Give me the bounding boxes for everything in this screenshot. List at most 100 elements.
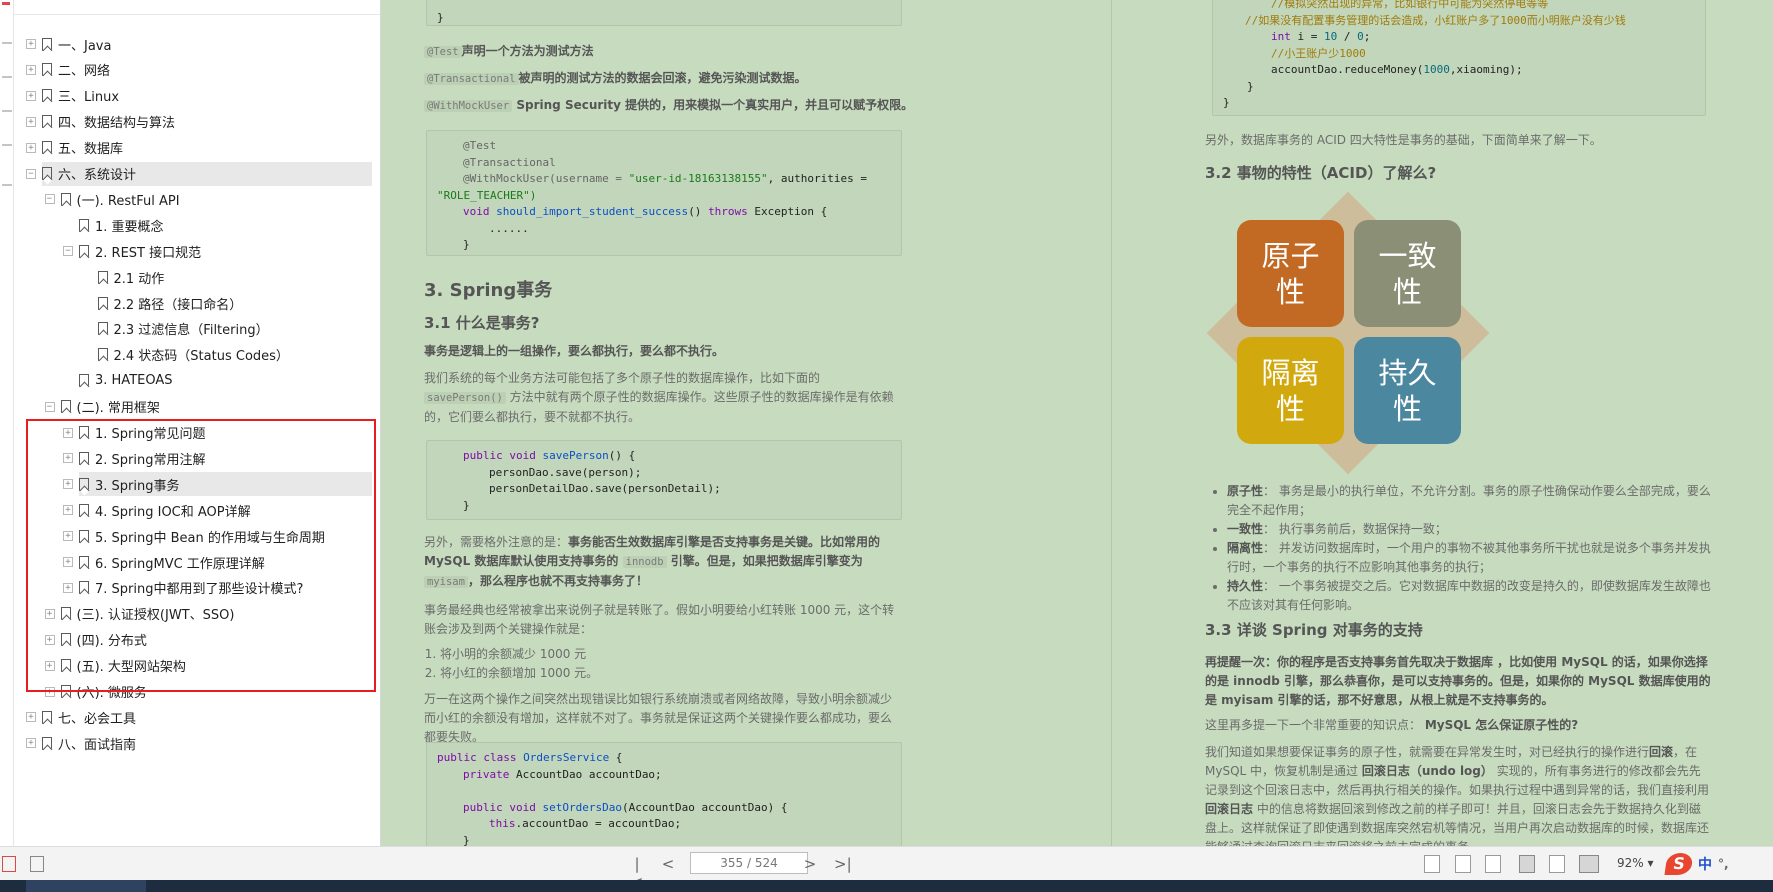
input-method-indicator[interactable]: S 中 °, [1664,853,1729,875]
outline-item[interactable]: − 六、系统设计 [14,161,380,187]
bold-text: ，那么程序也就不再支持事务了！ [467,574,648,588]
collapse-icon[interactable]: − [63,246,73,257]
outline-item-label: 三、Linux [58,90,120,106]
code-line: , authorities = [767,172,867,185]
fit-page-icon[interactable] [1455,855,1471,873]
expand-icon[interactable]: + [63,582,73,593]
strip-marker[interactable] [2,144,12,146]
outline-item[interactable]: + 四、数据结构与算法 [14,109,380,135]
first-page-icon[interactable]: |< [629,855,645,891]
bookmark-icon [79,244,89,258]
expand-icon[interactable]: + [26,738,36,749]
outline-item[interactable]: +4. Spring IOC和 AOP详解 [14,497,380,523]
code-line: ...... [489,221,529,235]
outline-item[interactable]: +7. Spring中都用到了那些设计模式? [14,575,380,601]
text: ： 执行事务前后，数据保持一致； [1263,522,1447,536]
outline-item-label: 2.3 过滤信息（Filtering） [113,323,269,339]
next-page-icon[interactable]: > [802,855,818,873]
outline-item[interactable]: 2.3 过滤信息（Filtering） [14,316,380,342]
expand-icon[interactable]: + [26,90,36,101]
code-line: personDao.save(person); [489,465,642,479]
strip-marker[interactable] [2,110,12,112]
single-page-view-icon[interactable] [1424,855,1440,873]
document-view[interactable]: } @Test 声明一个方法为测试方法 @Transactional 被声明的测试方… [381,0,1773,846]
text: 我们知道如果想要保证事务的原子性，就需要在异常发生时，对已经执行的操作进行 [1205,745,1650,759]
outline-item[interactable]: + 八、面试指南 [14,730,380,756]
outline-item[interactable]: − (二). 常用框架 [14,394,380,420]
outline-item[interactable]: 2.1 动作 [14,264,380,290]
collapse-icon[interactable]: − [44,194,55,205]
tile-label: 一致性 [1378,238,1437,309]
outline-item[interactable]: 2.4 状态码（Status Codes） [14,342,380,368]
outline-item[interactable]: +1. Spring常见问题 [14,420,380,446]
code-string: "user-id-18163138155" [628,172,768,185]
outline-item[interactable]: + 二、网络 [14,57,380,83]
code-function: should_import_student_success [496,205,689,218]
outline-item[interactable]: + (五). 大型网站架构 [14,653,380,679]
fit-width-icon[interactable] [1485,855,1501,873]
bookmark-icon [79,581,89,595]
outline-item-label: 1. 重要概念 [95,219,164,235]
text: ： 并发访问数据库时，一个用户的事物不被其他事务所干扰也就是说多个事务并发执行时… [1227,541,1711,574]
outline-item[interactable]: +6. SpringMVC 工作原理详解 [14,549,380,575]
expand-icon[interactable]: + [26,712,36,723]
inline-code: innodb [622,556,667,568]
outline-item[interactable]: 1. 重要概念 [14,212,380,238]
outline-item-label: 四、数据结构与算法 [58,116,176,132]
outline-item[interactable]: − (一). RestFul API [14,186,380,212]
outline-item[interactable]: 2.2 路径（接口命名） [14,290,380,316]
outline-item-label: 4. Spring IOC和 AOP详解 [95,504,251,520]
paragraph-definition: 事务是逻辑上的一组操作，要么都执行，要么都不执行。 [424,344,725,358]
outline-item[interactable]: − 2. REST 接口规范 [14,238,380,264]
bookmark-icon [97,322,108,336]
previous-page-icon[interactable]: < [660,855,676,873]
expand-icon[interactable]: + [63,531,73,542]
text: ： 一个事务被提交之后。它对数据库中数据的改变是持久的，即使数据库发生故障也不应… [1227,579,1711,612]
expand-icon[interactable]: + [26,39,36,49]
strip-marker[interactable] [2,184,12,186]
outline-item[interactable]: + 三、Linux [14,83,380,109]
last-page-icon[interactable]: >| [834,855,852,873]
continuous-view-icon[interactable] [1519,855,1535,873]
expand-icon[interactable]: + [63,479,73,490]
outline-item[interactable]: 3. HATEOAS [14,368,380,394]
bookmark-outline-panel: + 一、Java + 二、网络 + 三、Linux + 四、数据结构与算法 + 五、数据库 − 六、系… [14,0,380,846]
collapse-icon[interactable]: − [44,401,55,412]
page-thumbnail-icon[interactable] [30,856,44,872]
collapse-icon[interactable]: − [26,168,36,179]
expand-icon[interactable]: + [44,660,55,671]
book-view-icon[interactable] [1579,855,1599,873]
expand-icon[interactable]: + [44,608,55,619]
outline-item[interactable]: + 七、必会工具 [14,704,380,730]
expand-icon[interactable]: + [44,634,55,645]
expand-icon[interactable]: + [63,505,73,516]
expand-icon[interactable]: + [26,116,36,127]
outline-item-label: 7. Spring中都用到了那些设计模式? [95,582,304,598]
expand-icon[interactable]: + [63,427,73,438]
two-page-view-icon[interactable] [1549,855,1565,873]
zoom-level[interactable]: 92% ▾ [1617,856,1654,870]
outline-item[interactable]: +5. Spring中 Bean 的作用域与生命周期 [14,523,380,549]
outline-item[interactable]: +2. Spring常用注解 [14,445,380,471]
code-line: accountDao.reduceMoney( [1271,63,1424,76]
outline-item[interactable]: + 一、Java [14,31,380,57]
expand-icon[interactable]: + [63,557,73,567]
page-number-input[interactable]: 355 / 524 [690,852,808,874]
outline-item[interactable]: + 五、数据库 [14,135,380,161]
bookmark-panel-icon[interactable] [2,856,16,872]
bookmark-icon [42,115,52,129]
strip-marker[interactable] [2,42,12,44]
taskbar-active-app[interactable] [26,880,146,892]
outline-item[interactable]: + (六). 微服务 [14,679,380,705]
list-item: 原子性： 事务是最小的执行单位，不允许分割。事务的原子性确保动作要么全部完成，要… [1227,482,1713,520]
strip-marker[interactable] [2,2,10,5]
outline-item[interactable]: +3. Spring事务 [14,471,380,497]
expand-icon[interactable]: + [44,686,55,697]
outline-item[interactable]: + (四). 分布式 [14,627,380,653]
expand-icon[interactable]: + [26,142,36,153]
expand-icon[interactable]: + [26,64,36,75]
outline-item[interactable]: + (三). 认证授权(JWT、SSO) [14,601,380,627]
strip-marker[interactable] [2,76,12,78]
outline-item-label: 2. REST 接口规范 [95,245,202,261]
expand-icon[interactable]: + [63,453,73,464]
